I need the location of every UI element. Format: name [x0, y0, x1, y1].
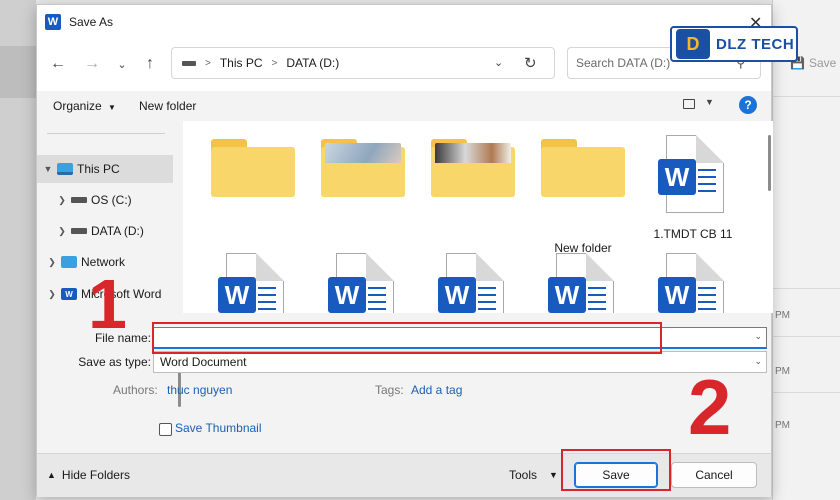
chevron-right-icon[interactable]: ❯	[55, 226, 69, 237]
file-item-document[interactable]: W	[313, 253, 413, 313]
breadcrumb-separator-icon: >	[205, 57, 211, 69]
help-icon[interactable]: ?	[739, 96, 757, 114]
up-arrow-icon[interactable]: ↑	[139, 53, 161, 75]
navigation-bar: ← → ⌄ ↑ > This PC > DATA (D:) ⌄ ↻ Search…	[37, 39, 771, 91]
brand-watermark: D DLZ TECH	[670, 26, 798, 62]
annotation-step-number: 1	[88, 265, 127, 343]
sidebar-item-this-pc[interactable]: ▼ This PC	[37, 155, 173, 183]
save-thumbnail-label[interactable]: Save Thumbnail	[175, 421, 262, 435]
file-item-document[interactable]: W 1.TMDT CB 11	[643, 135, 743, 241]
dialog-title: Save As	[69, 15, 114, 29]
save-as-type-value: Word Document	[160, 355, 247, 369]
annotation-highlight-file-name	[152, 322, 662, 354]
computer-icon	[57, 163, 73, 175]
chevron-up-icon: ▲	[47, 470, 56, 480]
drive-icon	[71, 228, 87, 234]
word-document-icon: W	[328, 253, 398, 313]
cancel-button[interactable]: Cancel	[671, 462, 757, 488]
drive-icon	[182, 60, 196, 66]
background-time-label: PM	[775, 420, 790, 431]
save-thumbnail-checkbox[interactable]	[159, 423, 172, 436]
view-options-icon[interactable]	[683, 99, 695, 109]
command-toolbar: Organize ▼ New folder ▼ ?	[37, 91, 771, 121]
file-item-folder[interactable]	[423, 139, 523, 203]
organize-menu[interactable]: Organize ▼	[53, 99, 116, 113]
back-arrow-icon[interactable]: ←	[47, 53, 69, 75]
breadcrumb-separator-icon: >	[271, 57, 278, 69]
save-as-type-select[interactable]: Word Document ⌄	[153, 351, 767, 373]
forward-arrow-icon[interactable]: →	[81, 53, 103, 75]
sidebar-item-label: This PC	[77, 162, 120, 176]
file-item-folder[interactable]	[313, 139, 413, 203]
breadcrumb-this-pc[interactable]: This PC	[220, 56, 263, 70]
sidebar-item-label: OS (C:)	[91, 193, 132, 207]
word-document-icon: W	[438, 253, 508, 313]
file-item-document[interactable]: W	[423, 253, 523, 313]
scrollbar[interactable]	[768, 135, 771, 191]
chevron-down-icon[interactable]: ⌄	[754, 331, 762, 342]
address-bar[interactable]: > This PC > DATA (D:) ⌄ ↻	[171, 47, 555, 79]
file-item-label: 1.TMDT CB 11	[653, 227, 733, 241]
search-placeholder: Search DATA (D:)	[576, 56, 671, 70]
annotation-highlight-save-button	[561, 449, 671, 491]
file-item-document[interactable]: W	[643, 253, 743, 313]
title-bar: W Save As ✕	[37, 5, 771, 39]
new-folder-button[interactable]: New folder	[139, 99, 196, 113]
refresh-icon[interactable]: ↻	[524, 54, 537, 72]
folder-icon	[211, 139, 295, 197]
chevron-down-icon[interactable]: ▼	[549, 470, 558, 480]
annotation-step-number: 2	[688, 363, 732, 451]
chevron-right-icon[interactable]: ❯	[55, 195, 69, 206]
word-document-icon: W	[658, 253, 728, 313]
chevron-down-icon[interactable]: ▼	[41, 164, 55, 174]
file-item-document[interactable]: W	[533, 253, 633, 313]
brand-logo-icon: D	[676, 29, 710, 59]
network-icon	[61, 256, 77, 268]
file-list: New folder W 1.TMDT CB 11 W W W W W	[183, 121, 773, 313]
file-item-folder[interactable]: New folder	[533, 139, 633, 255]
add-tag-link[interactable]: Add a tag	[411, 383, 462, 397]
chevron-down-icon: ▼	[108, 103, 116, 112]
word-icon: W	[61, 288, 77, 300]
authors-value[interactable]: thuc nguyen	[167, 383, 232, 397]
folder-with-photo-icon	[431, 139, 515, 197]
background-left-strip	[0, 0, 36, 500]
tools-menu[interactable]: Tools	[509, 468, 537, 482]
chevron-right-icon[interactable]: ❯	[45, 257, 59, 268]
tags-label: Tags:	[375, 383, 404, 397]
authors-label: Authors:	[113, 383, 158, 397]
background-time-label: PM	[775, 310, 790, 321]
recent-locations-chevron-icon[interactable]: ⌄	[111, 53, 133, 75]
sidebar-item-data-d[interactable]: ❯ DATA (D:)	[37, 217, 173, 245]
background-time-label: PM	[775, 366, 790, 377]
chevron-right-icon[interactable]: ❯	[45, 289, 59, 300]
chevron-down-icon[interactable]: ▼	[705, 97, 714, 107]
save-as-type-label: Save as type:	[78, 355, 151, 369]
brand-name: DLZ TECH	[716, 35, 795, 53]
divider	[47, 133, 165, 134]
folder-icon	[541, 139, 625, 197]
chevron-down-icon: ⌄	[754, 356, 762, 366]
file-item-document[interactable]: W	[203, 253, 303, 313]
breadcrumb-data-drive[interactable]: DATA (D:)	[286, 56, 339, 70]
save-as-dialog: W Save As ✕ ← → ⌄ ↑ > This PC > DATA (D:…	[36, 4, 773, 497]
drive-icon	[71, 197, 87, 203]
word-document-icon: W	[658, 135, 728, 215]
sidebar-item-os-c[interactable]: ❯ OS (C:)	[37, 186, 173, 214]
chevron-down-icon[interactable]: ⌄	[494, 56, 503, 69]
sidebar-item-label: DATA (D:)	[91, 224, 144, 238]
file-item-folder[interactable]	[203, 139, 303, 203]
word-document-icon: W	[218, 253, 288, 313]
word-logo-icon: W	[45, 14, 61, 30]
folder-with-photo-icon	[321, 139, 405, 197]
word-document-icon: W	[548, 253, 618, 313]
hide-folders-button[interactable]: ▲ Hide Folders	[47, 468, 130, 482]
